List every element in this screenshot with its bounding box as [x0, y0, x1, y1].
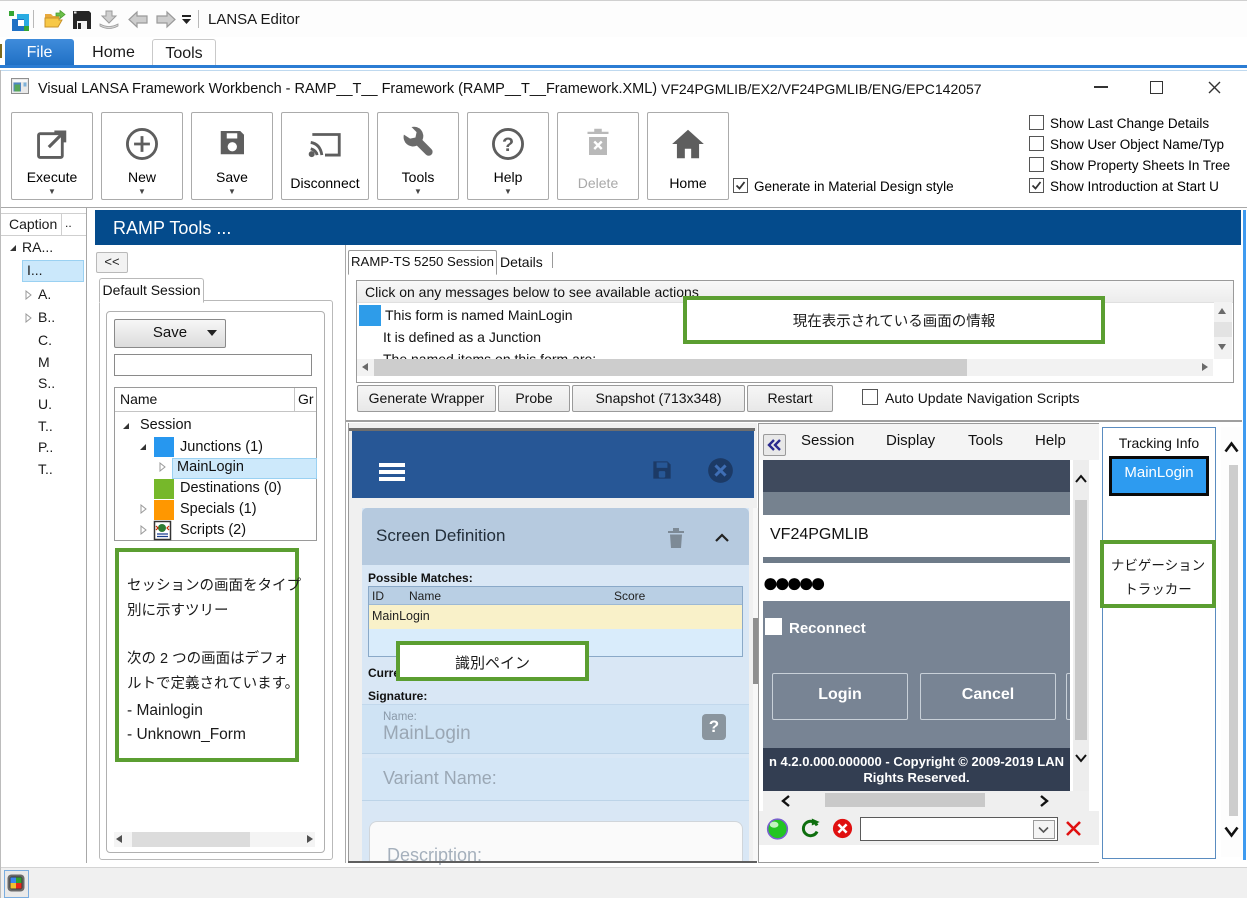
svg-text:?: ?	[502, 134, 514, 156]
